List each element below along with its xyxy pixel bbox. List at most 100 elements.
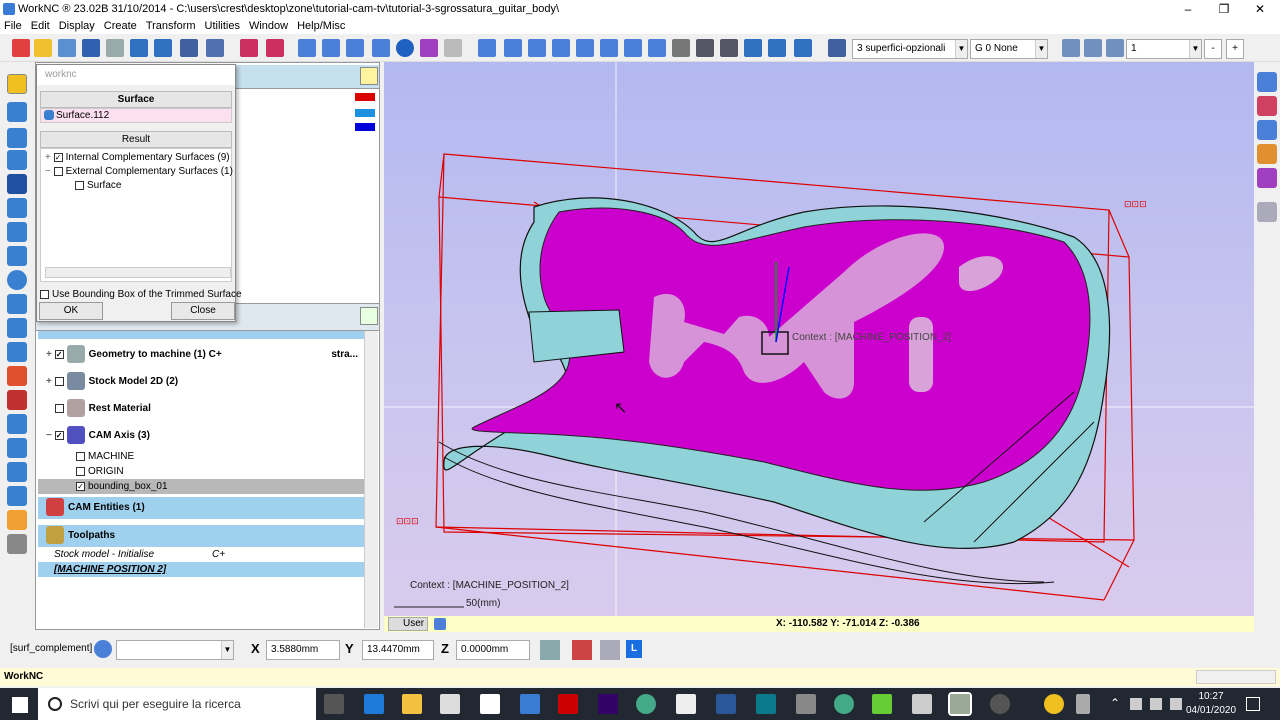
menu-window[interactable]: Window xyxy=(249,20,288,32)
text-tool-icon[interactable] xyxy=(7,462,27,482)
taskbar-search-box[interactable]: Scrivi qui per eseguire la ricerca xyxy=(38,688,316,720)
view-cube-blue-icon[interactable] xyxy=(1257,120,1277,140)
wrench-tool-icon[interactable] xyxy=(7,534,27,554)
arc-tool-icon[interactable] xyxy=(7,150,27,170)
view-cube-icon[interactable] xyxy=(1257,72,1277,92)
view-cube-orange-icon[interactable] xyxy=(1257,144,1277,164)
tree-axis-bounding-box[interactable]: ✓ bounding_box_01 xyxy=(38,479,364,494)
layer-stack-icon[interactable] xyxy=(828,39,846,57)
filter-icon[interactable] xyxy=(1062,39,1080,57)
offset-tool-icon[interactable] xyxy=(7,294,27,314)
bbox-checkbox[interactable]: Use Bounding Box of the Trimmed Surface xyxy=(40,288,242,302)
project-tool-icon[interactable] xyxy=(7,318,27,338)
network-icon[interactable] xyxy=(1130,698,1142,710)
bracket-tool-icon[interactable] xyxy=(7,486,27,506)
tree-item-stock-model[interactable]: + Stock Model 2D (2) xyxy=(38,368,364,395)
circle-tool-icon[interactable] xyxy=(7,270,27,290)
file-explorer-icon[interactable] xyxy=(402,694,422,714)
layers-icon[interactable] xyxy=(672,39,690,57)
tray-chevron-icon[interactable]: ⌃ xyxy=(1110,696,1120,710)
word-icon[interactable] xyxy=(716,694,736,714)
layers-tool-icon[interactable] xyxy=(7,342,27,362)
app-teal-icon[interactable] xyxy=(756,694,776,714)
new-icon[interactable] xyxy=(12,39,30,57)
volume-icon[interactable] xyxy=(1170,698,1182,710)
menu-file[interactable]: File xyxy=(4,20,22,32)
view-cube-red-icon[interactable] xyxy=(1257,96,1277,116)
axis-move-icon[interactable] xyxy=(266,39,284,57)
app-gray-icon[interactable] xyxy=(796,694,816,714)
screenshot-icon[interactable] xyxy=(444,39,462,57)
filter3-icon[interactable] xyxy=(1106,39,1124,57)
maximize-button[interactable]: ❐ xyxy=(1206,0,1242,18)
tree-item-rest-material[interactable]: + Rest Material xyxy=(38,395,364,422)
chrome-icon[interactable] xyxy=(636,694,656,714)
group-select[interactable]: G 0 None ▼ xyxy=(970,39,1048,59)
tree-axis-origin[interactable]: ORIGIN xyxy=(38,464,364,479)
decrement-button[interactable]: - xyxy=(1204,39,1222,59)
apply-check-icon[interactable] xyxy=(360,307,378,325)
settings-icon[interactable] xyxy=(58,39,76,57)
fill-tool-icon[interactable] xyxy=(7,438,27,458)
cut-tool-icon[interactable] xyxy=(7,366,27,386)
help-icon[interactable] xyxy=(1044,694,1064,714)
worknc-app-icon[interactable] xyxy=(948,692,972,716)
target-icon[interactable] xyxy=(794,39,812,57)
edge-icon[interactable] xyxy=(364,694,384,714)
measure-tool-icon[interactable] xyxy=(7,414,27,434)
print-icon[interactable] xyxy=(106,39,124,57)
ok-button[interactable]: OK xyxy=(39,302,103,320)
l-button[interactable]: L xyxy=(626,640,642,658)
number-select[interactable]: 1 ▼ xyxy=(1126,39,1202,59)
tree-scrollbar[interactable] xyxy=(364,331,378,628)
surface-field[interactable]: Surface.112 xyxy=(40,108,232,123)
grid-icon[interactable] xyxy=(180,39,198,57)
close-window-button[interactable]: ✕ xyxy=(1242,0,1278,18)
windows-start-icon[interactable] xyxy=(12,697,28,713)
view-back-icon[interactable] xyxy=(504,39,522,57)
command-select[interactable]: ▼ xyxy=(116,640,234,660)
snap-point-icon[interactable] xyxy=(600,640,620,660)
wifi-icon[interactable] xyxy=(1150,698,1162,710)
3d-viewport[interactable]: ⊡⊡⊡ ⊡⊡⊡ Context : [MACHINE_POSITION_2] Co… xyxy=(384,62,1254,632)
color-swatch-navy[interactable] xyxy=(355,123,375,131)
people-icon[interactable] xyxy=(1076,694,1090,714)
open-folder-icon[interactable] xyxy=(34,39,52,57)
menu-transform[interactable]: Transform xyxy=(146,20,196,32)
redo-icon[interactable] xyxy=(154,39,172,57)
clock-time[interactable]: 10:27 xyxy=(1193,691,1229,702)
color-swatch-blue[interactable] xyxy=(355,109,375,117)
user-tab[interactable]: User xyxy=(388,617,428,631)
tree-item-cam-axis[interactable]: − ✓ CAM Axis (3) xyxy=(38,422,364,449)
notifications-icon[interactable] xyxy=(1246,697,1260,711)
tree-toolpaths[interactable]: Toolpaths xyxy=(38,525,364,547)
result-scrollbar[interactable] xyxy=(45,267,231,278)
increment-button[interactable]: + xyxy=(1226,39,1244,59)
line-tool-icon[interactable] xyxy=(7,246,27,266)
view-right-icon[interactable] xyxy=(552,39,570,57)
panel-icon[interactable] xyxy=(206,39,224,57)
pan-icon[interactable] xyxy=(744,39,762,57)
result-external[interactable]: − External Complementary Surfaces (1) xyxy=(45,165,233,179)
rotate-icon[interactable] xyxy=(768,39,786,57)
spline-tool-icon[interactable] xyxy=(7,128,27,148)
mail-icon[interactable] xyxy=(676,694,696,714)
close-button[interactable]: Close xyxy=(171,302,235,320)
pick-point-icon[interactable] xyxy=(540,640,560,660)
eraser-icon[interactable] xyxy=(1257,202,1277,222)
view-left-icon[interactable] xyxy=(528,39,546,57)
paint-tool-icon[interactable] xyxy=(7,510,27,530)
x-input[interactable]: 3.5880mm xyxy=(266,640,340,660)
view-shaded-icon[interactable] xyxy=(346,39,364,57)
chrome-profile-icon[interactable] xyxy=(834,694,854,714)
result-surface[interactable]: Surface xyxy=(45,179,227,193)
surface-tool-icon[interactable] xyxy=(7,198,27,218)
app-circle-icon[interactable] xyxy=(990,694,1010,714)
app-x-icon[interactable] xyxy=(598,694,618,714)
pencil-tool-icon[interactable] xyxy=(7,74,27,94)
confirm-check-icon[interactable] xyxy=(360,67,378,85)
tree-machine-position[interactable]: [MACHINE POSITION 2] xyxy=(38,562,364,577)
tree-item-geometry[interactable]: + ✓ Geometry to machine (1) C+ stra... xyxy=(38,341,364,368)
task-view-icon[interactable] xyxy=(324,694,344,714)
menu-help[interactable]: Help/Misc xyxy=(297,20,345,32)
